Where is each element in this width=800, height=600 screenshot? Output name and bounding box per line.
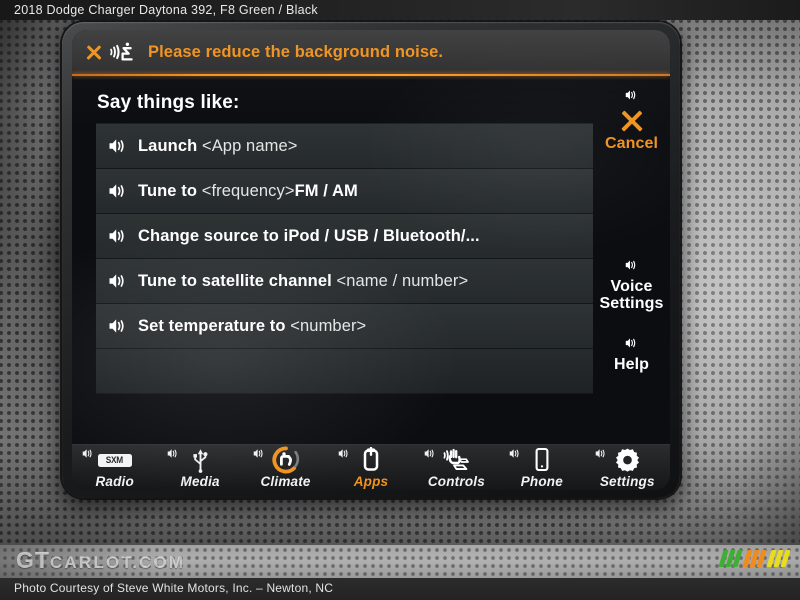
nav-item-settings[interactable]: Settings	[585, 445, 670, 490]
command-placeholder: <name / number>	[336, 271, 469, 290]
speaker-icon	[625, 260, 635, 270]
command-placeholder: <frequency>	[201, 181, 295, 200]
list-item[interactable]: Tune to <frequency>FM / AM	[96, 169, 593, 214]
list-item-text: Tune to <frequency>FM / AM	[138, 182, 358, 201]
speaker-icon	[109, 139, 124, 153]
speaker-icon	[338, 449, 348, 458]
list-item	[96, 349, 593, 394]
controls-hand-icon	[443, 448, 470, 470]
speaker-icon	[109, 229, 124, 243]
speaker-icon	[595, 449, 605, 458]
list-item-text: Tune to satellite channel <name / number…	[138, 272, 468, 291]
nav-label-radio: Radio	[95, 474, 134, 489]
command-text: Set temperature to	[138, 316, 286, 335]
voice-settings-button[interactable]: Voice Settings	[593, 258, 670, 312]
speaker-icon	[253, 449, 263, 458]
speaker-icon	[109, 184, 124, 198]
warning-message: Please reduce the background noise.	[148, 42, 444, 61]
speaker-icon	[168, 449, 177, 458]
gear-icon	[615, 448, 639, 472]
warning-bar: Please reduce the background noise.	[72, 30, 670, 74]
nav-item-climate[interactable]: Climate	[243, 445, 328, 490]
logo-bar-group-green	[718, 550, 743, 567]
apps-icon	[363, 447, 379, 471]
nav-label-phone: Phone	[520, 474, 563, 489]
watermark-band: GTCARLOT.COM	[0, 545, 800, 578]
site-logo-bars	[718, 550, 791, 567]
site-watermark: GTCARLOT.COM	[16, 547, 185, 574]
phone-icon	[535, 447, 549, 472]
cancel-button[interactable]: Cancel	[593, 88, 670, 152]
speaker-icon	[625, 338, 635, 348]
command-text: Tune to satellite channel	[138, 271, 332, 290]
help-label: Help	[613, 356, 650, 373]
usb-icon	[193, 448, 208, 473]
command-text: Launch	[138, 136, 198, 155]
action-rail: Cancel Voice Settings Help	[593, 76, 670, 444]
voice-settings-label-line2: Settings	[599, 295, 664, 312]
list-item-text: Set temperature to <number>	[138, 317, 366, 336]
page-title: Say things like:	[97, 92, 240, 113]
courtesy-text: Photo Courtesy of Steve White Motors, In…	[14, 581, 334, 595]
voice-noise-icon	[110, 42, 133, 61]
command-text: Tune to	[138, 181, 198, 200]
list-item[interactable]: Change source to iPod / USB / Bluetooth/…	[96, 214, 593, 259]
list-item[interactable]: Set temperature to <number>	[96, 304, 593, 349]
vehicle-caption-bar: 2018 Dodge Charger Daytona 392, F8 Green…	[0, 0, 800, 20]
speaker-icon	[625, 90, 635, 100]
climate-seat-icon	[271, 446, 299, 474]
help-button[interactable]: Help	[593, 336, 670, 373]
speaker-icon	[109, 319, 124, 333]
nav-label-controls: Controls	[427, 474, 485, 489]
speaker-icon	[82, 449, 92, 458]
close-x-icon	[619, 108, 645, 134]
close-x-icon[interactable]	[84, 42, 104, 62]
list-item[interactable]: Tune to satellite channel <name / number…	[96, 259, 593, 304]
list-item[interactable]: Launch <App name>	[96, 124, 593, 169]
vehicle-title: 2018 Dodge Charger Daytona 392, F8 Green…	[14, 3, 318, 17]
speaker-icon	[109, 274, 124, 288]
nav-item-radio[interactable]: SXM Radio	[72, 445, 157, 490]
watermark-carlot: CARLOT.COM	[49, 553, 186, 572]
warning-divider	[72, 74, 670, 76]
nav-label-media: Media	[180, 474, 220, 489]
nav-label-climate: Climate	[260, 474, 311, 489]
logo-bar-group-orange	[742, 550, 767, 567]
command-placeholder: <App name>	[201, 136, 298, 155]
command-placeholder: <number>	[290, 316, 367, 335]
list-item-text: Launch <App name>	[138, 137, 297, 156]
nav-label-apps: Apps	[353, 474, 389, 489]
speaker-icon	[509, 449, 519, 458]
courtesy-bar: Photo Courtesy of Steve White Motors, In…	[0, 578, 800, 600]
cancel-label: Cancel	[604, 135, 659, 152]
voice-command-panel: Say things like: Launch <App name> Tune …	[72, 76, 670, 444]
logo-bar-group-yellow	[766, 550, 791, 567]
main-navigation-bar: SXM Radio Media Climate Apps Controls Ph…	[72, 444, 670, 490]
command-suffix: FM / AM	[294, 181, 358, 200]
command-list: Launch <App name> Tune to <frequency>FM …	[96, 123, 593, 394]
voice-settings-label-line1: Voice	[610, 278, 653, 295]
nav-label-settings: Settings	[599, 474, 655, 489]
uconnect-touchscreen[interactable]: Please reduce the background noise. Say …	[72, 30, 670, 490]
watermark-gt: GT	[16, 547, 50, 573]
nav-item-controls[interactable]: Controls	[414, 445, 499, 490]
nav-item-media[interactable]: Media	[157, 445, 242, 490]
list-item-text: Change source to iPod / USB / Bluetooth/…	[138, 227, 480, 246]
speaker-icon	[424, 449, 434, 458]
nav-item-apps[interactable]: Apps	[328, 445, 413, 490]
nav-item-phone[interactable]: Phone	[499, 445, 584, 490]
command-text: Change source to iPod / USB / Bluetooth/…	[138, 226, 480, 245]
